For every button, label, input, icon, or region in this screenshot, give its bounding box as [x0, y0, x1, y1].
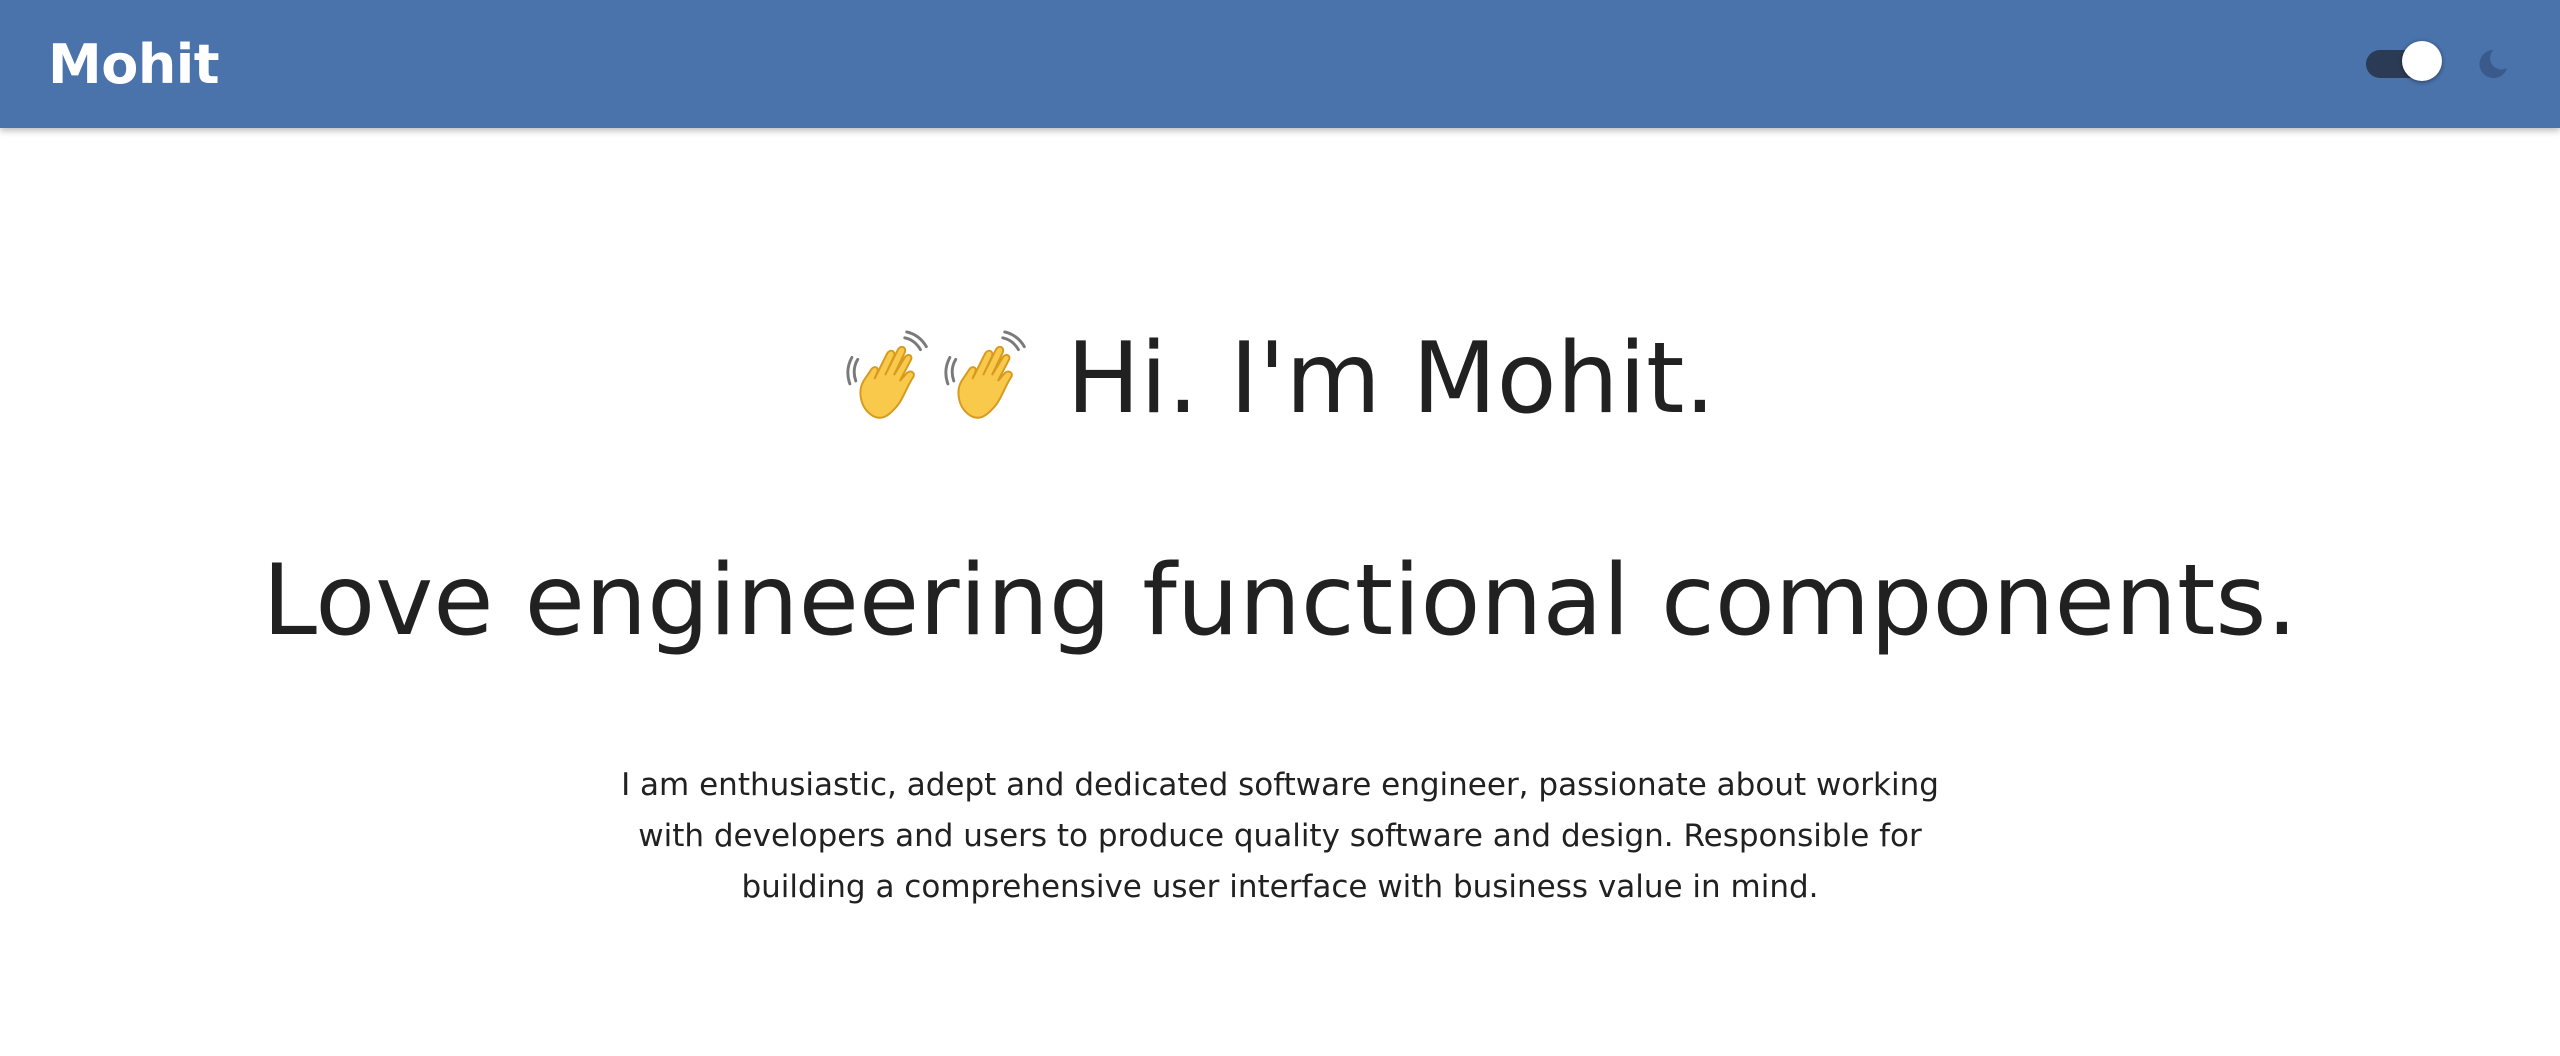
waving-hand-icon — [944, 330, 1027, 419]
greeting-text: Hi. I'm Mohit. — [1066, 322, 1716, 436]
tagline-heading: Love engineering functional components. — [262, 544, 2298, 658]
app-bar: Mohit — [0, 0, 2560, 128]
moon-icon — [2479, 49, 2508, 79]
greeting-heading: Hi. I'm Mohit. — [0, 330, 2560, 428]
toggle-thumb — [2402, 41, 2442, 81]
dark-mode-toggle[interactable] — [2366, 41, 2442, 81]
header-controls — [2366, 41, 2512, 83]
bio-paragraph: I am enthusiastic, adept and dedicated s… — [621, 767, 1939, 905]
waving-hand-icon — [846, 330, 929, 419]
brand-title[interactable]: Mohit — [48, 33, 220, 96]
wave-icons — [844, 330, 1040, 428]
